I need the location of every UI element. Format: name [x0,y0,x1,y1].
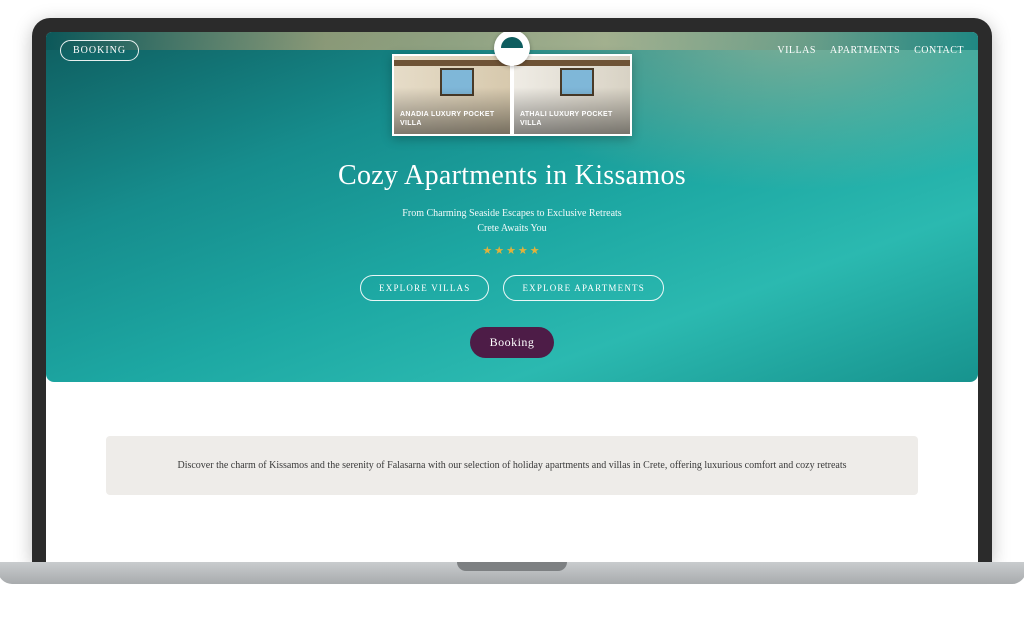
nav-villas[interactable]: VILLAS [777,45,816,56]
hero-subtitle: From Charming Seaside Escapes to Exclusi… [46,206,978,236]
villa-card-anadia[interactable]: ANADIA LUXURY POCKET VILLA [394,56,510,134]
window-decor [440,68,474,96]
explore-villas-button[interactable]: EXPLORE VILLAS [360,275,489,301]
explore-apartments-button[interactable]: EXPLORE APARTMENTS [503,275,664,301]
logo-icon [501,37,523,59]
booking-pill-button[interactable]: BOOKING [60,40,139,61]
hero-cta-row: EXPLORE VILLAS EXPLORE APARTMENTS [46,275,978,301]
window-decor [560,68,594,96]
villas-dropdown: ANADIA LUXURY POCKET VILLA ATHALI LUXURY… [392,54,632,136]
villa-card-athali[interactable]: ATHALI LUXURY POCKET VILLA [514,56,630,134]
hero-sub-line1: From Charming Seaside Escapes to Exclusi… [46,206,978,221]
villa-card-label: ATHALI LUXURY POCKET VILLA [520,111,626,128]
webpage-screen: BOOKING VILLAS APARTMENTS CONTACT [46,32,978,562]
laptop-bezel: BOOKING VILLAS APARTMENTS CONTACT [32,18,992,562]
laptop-hinge-notch [457,562,567,571]
villa-card-label: ANADIA LUXURY POCKET VILLA [400,111,506,128]
hero-title: Cozy Apartments in Kissamos [46,160,978,192]
booking-button[interactable]: Booking [470,327,555,358]
star-rating-icon: ★★★★★ [46,244,978,257]
hero-sub-line2: Crete Awaits You [46,221,978,236]
nav-contact[interactable]: CONTACT [914,45,964,56]
nav-apartments[interactable]: APARTMENTS [830,45,900,56]
laptop-base [0,562,1024,584]
intro-blurb: Discover the charm of Kissamos and the s… [106,436,918,495]
hero-section: BOOKING VILLAS APARTMENTS CONTACT [46,32,978,382]
intro-text: Discover the charm of Kissamos and the s… [154,458,870,473]
nav-links: VILLAS APARTMENTS CONTACT [777,45,964,56]
laptop-mockup: BOOKING VILLAS APARTMENTS CONTACT [32,18,992,584]
hero-content: Cozy Apartments in Kissamos From Charmin… [46,160,978,358]
